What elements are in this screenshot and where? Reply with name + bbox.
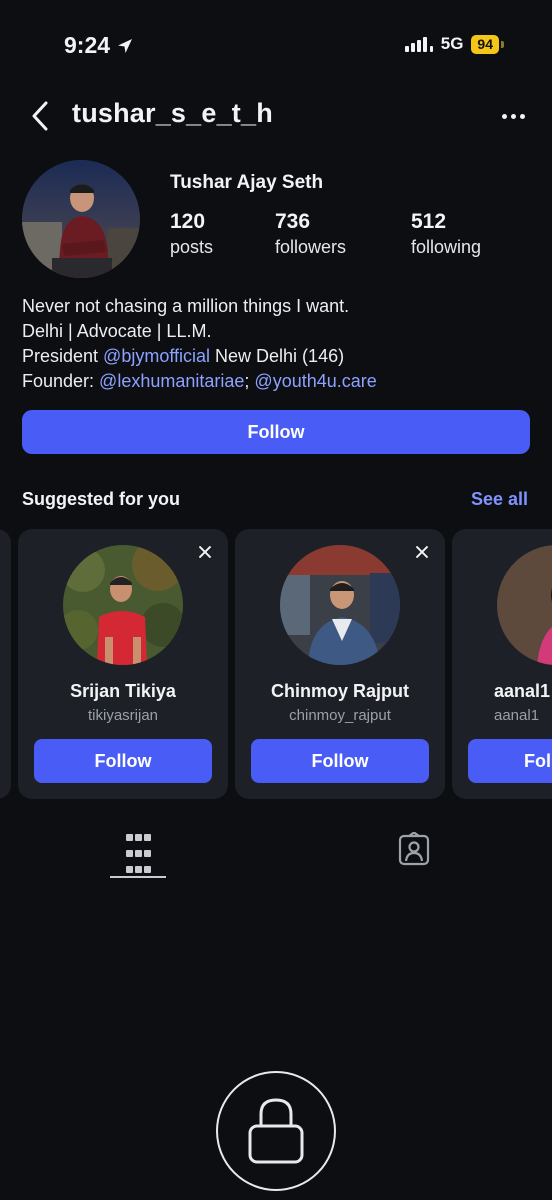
private-account-lock bbox=[216, 1071, 336, 1191]
active-tab-indicator bbox=[110, 876, 166, 878]
close-icon[interactable] bbox=[194, 541, 216, 563]
suggested-title: Suggested for you bbox=[22, 489, 181, 509]
grid-icon bbox=[125, 834, 151, 880]
bio-line: Founder: @lexhumanitariae; @youth4u.care bbox=[22, 369, 377, 394]
stat-posts[interactable]: 120 posts bbox=[170, 210, 213, 260]
suggested-carousel[interactable]: Srijan Tikiya tikiyasrijan Follow Chinmo… bbox=[0, 529, 552, 800]
profile-avatar[interactable] bbox=[22, 160, 140, 278]
location-arrow-icon bbox=[118, 38, 133, 53]
profile-tabs bbox=[0, 830, 552, 880]
suggested-name: Chinmoy Rajput bbox=[271, 681, 409, 701]
stat-following[interactable]: 512 following bbox=[411, 210, 481, 260]
chevron-left-icon bbox=[32, 101, 48, 131]
tagged-person-icon bbox=[398, 831, 430, 866]
stat-followers[interactable]: 736 followers bbox=[275, 210, 346, 260]
bio-line: Delhi | Advocate | LL.M. bbox=[22, 321, 212, 341]
profile-header: tushar_s_e_t_h bbox=[0, 96, 552, 136]
tab-tagged[interactable] bbox=[398, 831, 430, 866]
suggested-name: aanal1 bbox=[494, 681, 551, 701]
suggested-card[interactable]: Chinmoy Rajput chinmoy_rajput Follow bbox=[235, 529, 445, 799]
stat-following-label: following bbox=[411, 237, 482, 257]
suggested-follow-button[interactable]: Follow bbox=[34, 739, 212, 783]
profile-full-name: Tushar Ajay Seth bbox=[170, 172, 324, 193]
suggested-follow-button[interactable]: Follow bbox=[251, 739, 429, 783]
clock-text: 9:24 bbox=[64, 32, 111, 58]
suggested-avatar[interactable] bbox=[497, 545, 552, 665]
suggested-avatar[interactable] bbox=[280, 545, 400, 665]
mention-link[interactable]: @lexhumanitariae bbox=[99, 371, 244, 391]
suggested-card[interactable]: aanal1 aanal1 Fol bbox=[452, 529, 552, 799]
more-options-button[interactable] bbox=[498, 102, 528, 130]
suggested-handle: chinmoy_rajput bbox=[289, 707, 391, 724]
bio-text: New Delhi (146) bbox=[210, 346, 345, 366]
mention-link[interactable]: @youth4u.care bbox=[254, 371, 376, 391]
suggested-card[interactable] bbox=[0, 529, 11, 799]
bio-line: Never not chasing a million things I wan… bbox=[22, 296, 350, 316]
suggested-avatar[interactable] bbox=[63, 545, 183, 665]
bio-text: ; bbox=[244, 371, 255, 391]
back-button[interactable] bbox=[22, 98, 58, 134]
status-indicators: 5G 94 bbox=[404, 34, 504, 54]
battery-indicator: 94 bbox=[471, 34, 499, 54]
stat-posts-count: 120 bbox=[170, 210, 206, 233]
battery-nub bbox=[501, 40, 504, 48]
suggested-follow-button[interactable]: Fol bbox=[468, 739, 552, 783]
mention-link[interactable]: @bjymofficial bbox=[103, 346, 210, 366]
suggested-handle: tikiyasrijan bbox=[87, 707, 159, 724]
stat-followers-label: followers bbox=[275, 237, 347, 257]
bio-text: President bbox=[22, 346, 104, 366]
stat-posts-label: posts bbox=[170, 237, 214, 257]
signal-bars-icon bbox=[404, 36, 433, 52]
bio-line: President @bjymofficial New Delhi (146) bbox=[22, 344, 377, 369]
status-bar: 9:24 5G 94 bbox=[0, 0, 552, 90]
tab-posts-grid[interactable] bbox=[110, 830, 166, 880]
more-horizontal-icon bbox=[501, 113, 507, 119]
suggested-card[interactable]: Srijan Tikiya tikiyasrijan Follow bbox=[18, 529, 228, 799]
follow-button[interactable]: Follow bbox=[22, 410, 530, 454]
network-type: 5G bbox=[440, 34, 464, 53]
stat-followers-count: 736 bbox=[275, 210, 311, 233]
close-icon[interactable] bbox=[411, 541, 433, 563]
profile-bio: Never not chasing a million things I wan… bbox=[22, 294, 377, 394]
stat-following-count: 512 bbox=[411, 210, 447, 233]
suggested-handle: aanal1 bbox=[494, 707, 540, 724]
lock-icon bbox=[248, 1098, 304, 1164]
bio-text: Founder: bbox=[22, 371, 100, 391]
profile-username: tushar_s_e_t_h bbox=[72, 98, 273, 128]
status-time: 9:24 bbox=[64, 32, 134, 59]
suggested-name: Srijan Tikiya bbox=[70, 681, 176, 701]
see-all-link[interactable]: See all bbox=[471, 489, 528, 510]
